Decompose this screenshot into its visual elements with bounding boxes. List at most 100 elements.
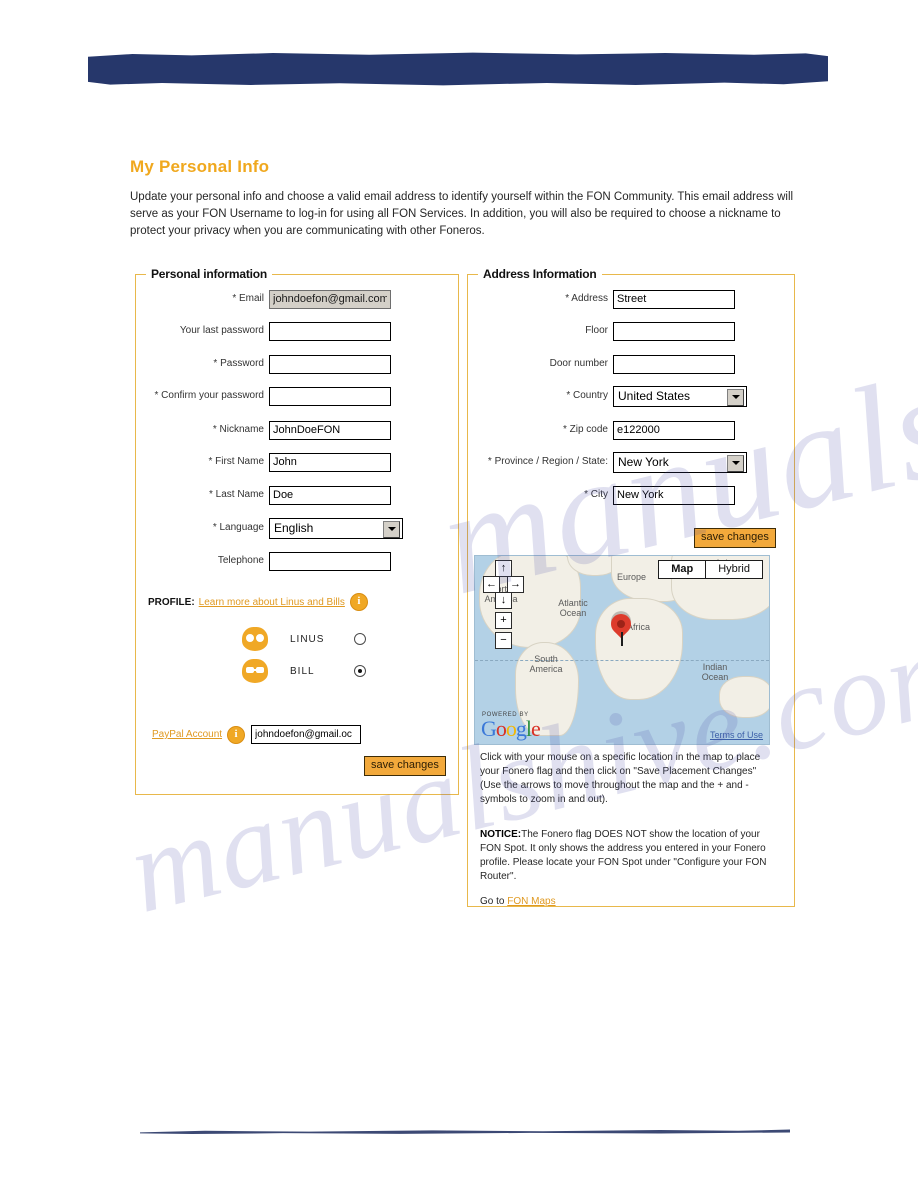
floor-input[interactable] bbox=[613, 321, 735, 341]
nickname-input[interactable] bbox=[269, 420, 391, 440]
learn-more-link[interactable]: Learn more about Linus and Bills bbox=[199, 597, 345, 608]
map-type-map[interactable]: Map bbox=[659, 561, 707, 578]
map-type-hybrid[interactable]: Hybrid bbox=[706, 561, 762, 578]
landmass-australia bbox=[719, 676, 769, 718]
zoom-out-icon[interactable]: − bbox=[495, 632, 512, 649]
confirm-password-input[interactable] bbox=[269, 386, 391, 406]
field-row-nickname: * Nickname bbox=[148, 420, 391, 440]
map-notice-label: NOTICE: bbox=[480, 829, 522, 840]
field-row-first-name: * First Name bbox=[148, 452, 391, 472]
language-select[interactable]: English bbox=[269, 517, 403, 539]
door-number-label: Door number bbox=[549, 358, 608, 369]
fonero-flag-marker-stem bbox=[621, 632, 623, 646]
personal-information-panel: Personal information * Email Your last p… bbox=[135, 267, 459, 795]
password-label: * Password bbox=[213, 358, 264, 369]
info-icon[interactable]: i bbox=[349, 593, 368, 611]
map-label-europe: Europe bbox=[617, 572, 647, 582]
country-label: * Country bbox=[566, 390, 608, 401]
paypal-account-input[interactable] bbox=[251, 725, 362, 744]
chevron-down-icon[interactable] bbox=[727, 388, 744, 406]
zoom-in-icon[interactable]: + bbox=[495, 612, 512, 629]
info-icon[interactable]: i bbox=[227, 725, 246, 744]
address-save-changes-button[interactable]: save changes bbox=[694, 528, 776, 548]
country-select[interactable]: United States bbox=[613, 385, 747, 407]
field-row-password: * Password bbox=[148, 354, 391, 374]
nickname-label: * Nickname bbox=[212, 424, 264, 435]
field-row-last-password: Your last password bbox=[148, 321, 391, 341]
last-name-input[interactable] bbox=[269, 485, 391, 505]
fon-maps-link[interactable]: FON Maps bbox=[507, 896, 555, 907]
zip-code-label: * Zip code bbox=[562, 424, 608, 435]
map-instructions: Click with your mouse on a specific loca… bbox=[480, 752, 761, 805]
confirm-password-label: * Confirm your password bbox=[154, 390, 264, 401]
location-map[interactable]: North America Atlantic Ocean South Ameri… bbox=[474, 555, 770, 745]
field-row-floor: Floor bbox=[478, 321, 735, 341]
profile-line: PROFILE: Learn more about Linus and Bill… bbox=[148, 593, 368, 611]
field-row-confirm-password: * Confirm your password bbox=[148, 386, 391, 406]
paypal-account-link[interactable]: PayPal Account bbox=[152, 729, 222, 740]
terms-of-use-link[interactable]: Terms of Use bbox=[710, 730, 763, 740]
address-information-panel: Address Information * Address Floor Door… bbox=[467, 267, 795, 907]
profile-option-bill[interactable]: BILL bbox=[242, 659, 366, 683]
state-label: * Province / Region / State: bbox=[487, 456, 608, 467]
google-logo: Google bbox=[481, 716, 541, 741]
map-notice: NOTICE:The Fonero flag DOES NOT show the… bbox=[480, 828, 772, 884]
address-information-legend: Address Information bbox=[478, 267, 602, 281]
language-select-value: English bbox=[274, 521, 314, 535]
city-input[interactable] bbox=[613, 485, 735, 505]
address-input[interactable] bbox=[613, 289, 735, 309]
zip-code-input[interactable] bbox=[613, 420, 735, 440]
linus-label: LINUS bbox=[290, 633, 325, 645]
page-content: My Personal Info Update your personal in… bbox=[0, 0, 918, 1188]
last-password-input[interactable] bbox=[269, 321, 391, 341]
field-row-zip-code: * Zip code bbox=[478, 420, 735, 440]
language-label: * Language bbox=[212, 522, 264, 533]
chevron-down-icon[interactable] bbox=[727, 454, 744, 472]
landmass-africa bbox=[595, 598, 683, 700]
country-select-value: United States bbox=[618, 389, 691, 403]
map-type-toggle[interactable]: Map Hybrid bbox=[658, 560, 763, 579]
field-row-country: * Country United States bbox=[478, 385, 747, 407]
linus-radio[interactable] bbox=[354, 633, 366, 645]
address-label: * Address bbox=[565, 293, 608, 304]
telephone-label: Telephone bbox=[217, 555, 264, 566]
personal-information-legend: Personal information bbox=[146, 267, 273, 281]
profile-label: PROFILE: bbox=[148, 596, 195, 608]
chevron-down-icon[interactable] bbox=[383, 520, 400, 538]
door-number-input[interactable] bbox=[613, 354, 735, 374]
first-name-label: * First Name bbox=[208, 456, 264, 467]
last-password-label: Your last password bbox=[179, 325, 264, 336]
map-label-south-america: South America bbox=[529, 654, 563, 674]
city-label: * City bbox=[584, 489, 608, 500]
field-row-state: * Province / Region / State: New York bbox=[470, 451, 747, 473]
goto-label: Go to bbox=[480, 896, 505, 907]
field-row-language: * Language English bbox=[148, 517, 403, 539]
state-select[interactable]: New York bbox=[613, 451, 747, 473]
field-row-telephone: Telephone bbox=[148, 551, 391, 571]
field-row-last-name: * Last Name bbox=[148, 485, 391, 505]
last-name-label: * Last Name bbox=[208, 489, 264, 500]
map-label-indian-ocean: Indian Ocean bbox=[701, 662, 729, 682]
map-notice-text: The Fonero flag DOES NOT show the locati… bbox=[480, 829, 767, 882]
pan-right-icon[interactable]: → bbox=[507, 576, 524, 593]
personal-save-changes-button[interactable]: save changes bbox=[364, 756, 446, 776]
page-intro-text: Update your personal info and choose a v… bbox=[130, 191, 794, 237]
bill-radio[interactable] bbox=[354, 665, 366, 677]
profile-option-linus[interactable]: LINUS bbox=[242, 627, 366, 651]
field-row-email: * Email bbox=[148, 289, 391, 309]
field-row-address: * Address bbox=[478, 289, 735, 309]
telephone-input[interactable] bbox=[269, 551, 391, 571]
bill-avatar-icon bbox=[242, 659, 268, 683]
password-input[interactable] bbox=[269, 354, 391, 374]
email-label: * Email bbox=[232, 293, 264, 304]
email-input[interactable] bbox=[269, 289, 391, 309]
bill-label: BILL bbox=[290, 665, 315, 677]
pan-left-icon[interactable]: ← bbox=[483, 576, 500, 593]
linus-avatar-icon bbox=[242, 627, 268, 651]
state-select-value: New York bbox=[618, 455, 669, 469]
pan-up-icon[interactable]: ↑ bbox=[495, 560, 512, 577]
first-name-input[interactable] bbox=[269, 452, 391, 472]
pan-down-icon[interactable]: ↓ bbox=[495, 592, 512, 609]
equator-line bbox=[475, 660, 769, 661]
field-row-door-number: Door number bbox=[478, 354, 735, 374]
